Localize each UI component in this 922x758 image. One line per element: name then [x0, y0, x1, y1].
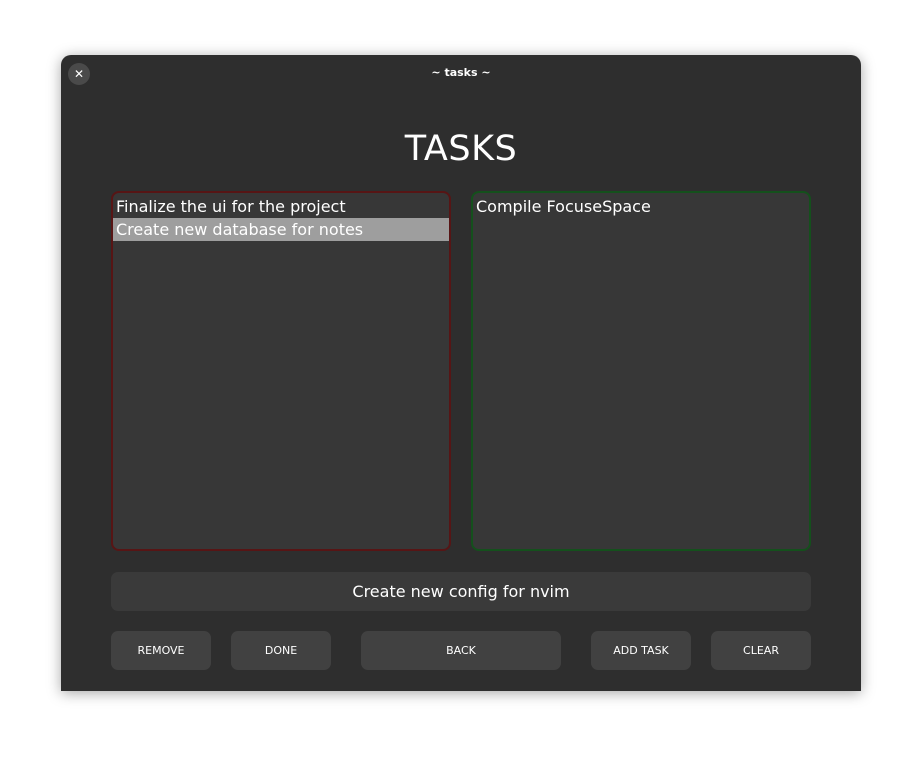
- done-button[interactable]: DONE: [231, 631, 331, 670]
- list-item[interactable]: Compile FocuseSpace: [473, 195, 809, 218]
- list-item-selected[interactable]: Create new database for notes: [113, 218, 449, 241]
- back-button[interactable]: BACK: [361, 631, 561, 670]
- task-input[interactable]: Create new config for nvim: [111, 572, 811, 611]
- app-window: ✕ ~ tasks ~ TASKS Finalize the ui for th…: [61, 55, 861, 691]
- window-title: ~ tasks ~: [431, 66, 491, 79]
- remove-button[interactable]: REMOVE: [111, 631, 211, 670]
- title-bar[interactable]: ✕ ~ tasks ~: [61, 55, 861, 91]
- list-item[interactable]: Finalize the ui for the project: [113, 195, 449, 218]
- add-task-button[interactable]: ADD TASK: [591, 631, 691, 670]
- page-title: TASKS: [404, 129, 518, 169]
- pending-tasks-list[interactable]: Finalize the ui for the project Create n…: [111, 191, 451, 551]
- completed-tasks-list[interactable]: Compile FocuseSpace: [471, 191, 811, 551]
- clear-button[interactable]: CLEAR: [711, 631, 811, 670]
